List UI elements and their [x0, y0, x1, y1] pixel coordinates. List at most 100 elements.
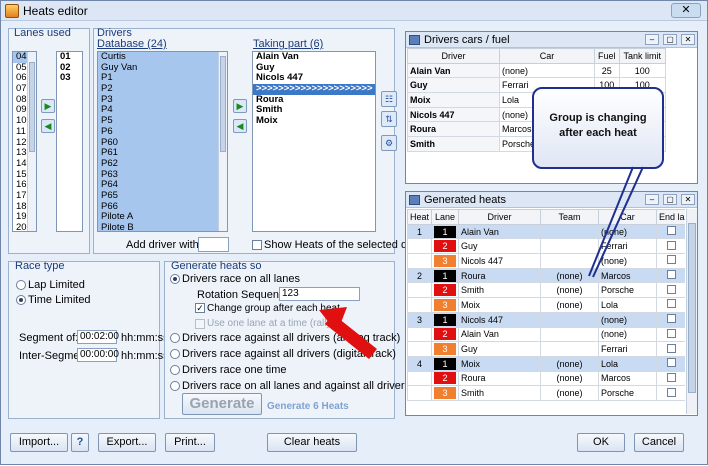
car-cell[interactable]: (none)	[598, 326, 657, 343]
analog-track-radio[interactable]	[170, 333, 180, 343]
driver-cell[interactable]: Guy	[458, 238, 541, 255]
list-item[interactable]: P6	[98, 126, 227, 138]
end-lap-checkbox[interactable]	[666, 270, 676, 280]
maximize-icon[interactable]: ▢	[663, 194, 677, 205]
end-lap-checkbox[interactable]	[666, 343, 676, 353]
car-cell[interactable]: Lola	[598, 297, 657, 313]
table-cell[interactable]: (none)	[499, 62, 595, 79]
list-item[interactable]: Guy Van	[98, 62, 227, 74]
driver-cell[interactable]: Nicols 447	[458, 253, 541, 269]
list-item[interactable]: Moix	[253, 115, 375, 127]
table-cell[interactable]: 25	[594, 62, 620, 79]
column-header[interactable]: Car	[499, 48, 595, 64]
team-cell[interactable]	[540, 326, 599, 343]
table-row[interactable]: 1 1 Alain Van (none)	[407, 223, 685, 240]
end-lap-cell[interactable]	[656, 297, 685, 313]
import-button[interactable]: Import...	[10, 433, 68, 452]
driver-cell[interactable]: Roura	[458, 370, 541, 387]
column-header[interactable]: End lap	[656, 209, 685, 225]
close-icon[interactable]: ✕	[681, 34, 695, 45]
end-lap-cell[interactable]	[656, 267, 685, 284]
maximize-icon[interactable]: ▢	[663, 34, 677, 45]
one-time-radio[interactable]	[170, 365, 180, 375]
end-lap-checkbox[interactable]	[666, 358, 676, 368]
car-cell[interactable]: Marcos	[598, 267, 657, 284]
driver-cell[interactable]: Nicols 447	[458, 311, 541, 328]
list-item[interactable]: P2	[98, 83, 227, 95]
group-tool-button-1[interactable]: ☷	[381, 91, 397, 107]
segment-input[interactable]: 00:02:00	[77, 330, 119, 344]
end-lap-cell[interactable]	[656, 253, 685, 269]
end-lap-checkbox[interactable]	[666, 387, 676, 397]
heats-scrollbar[interactable]	[686, 209, 697, 414]
table-row[interactable]: Alain Van (none) 25 100	[407, 62, 667, 79]
column-header[interactable]: Tank limit	[618, 48, 667, 64]
show-heats-checkbox[interactable]	[252, 240, 262, 250]
digital-track-radio[interactable]	[170, 349, 180, 359]
list-item[interactable]: Pilote B	[98, 222, 227, 231]
team-cell[interactable]: (none)	[540, 267, 599, 284]
car-cell[interactable]: (none)	[598, 223, 657, 240]
clear-heats-button[interactable]: Clear heats	[267, 433, 357, 452]
table-row[interactable]: 2 1 Roura (none) Marcos	[407, 267, 685, 284]
end-lap-checkbox[interactable]	[666, 299, 676, 309]
team-cell[interactable]: (none)	[540, 297, 599, 313]
column-header[interactable]: Driver	[458, 209, 541, 225]
table-row[interactable]: 2 Guy Ferrari	[407, 238, 685, 255]
database-list[interactable]: Curtis Guy Van P1 P2 P3 P4 P5 P6 P60 P61 P62 P63 P64…	[97, 51, 228, 232]
list-item[interactable]: P3	[98, 94, 227, 106]
column-header[interactable]: Car	[598, 209, 657, 225]
team-cell[interactable]: (none)	[540, 282, 599, 299]
car-cell[interactable]: Porsche	[598, 282, 657, 299]
car-cell[interactable]: Porsche	[598, 385, 657, 401]
column-header[interactable]: Lane	[431, 209, 459, 225]
add-lane-button[interactable]: ▶	[41, 99, 55, 113]
driver-cell[interactable]: Smith	[458, 385, 541, 401]
rotation-sequence-input[interactable]: 123	[279, 287, 360, 301]
lanes-scrollbar[interactable]	[27, 52, 36, 231]
lap-limited-radio[interactable]	[16, 280, 26, 290]
team-cell[interactable]	[540, 253, 599, 269]
end-lap-cell[interactable]	[656, 385, 685, 401]
driver-cell[interactable]: Smith	[458, 282, 541, 299]
list-item[interactable]: P1	[98, 73, 227, 84]
car-cell[interactable]: (none)	[598, 253, 657, 269]
end-lap-checkbox[interactable]	[666, 328, 676, 338]
table-row[interactable]: 4 1 Moix (none) Lola	[407, 355, 685, 372]
group-tool-button-2[interactable]: ⇅	[381, 111, 397, 127]
table-row[interactable]: 2 Smith (none) Porsche	[407, 282, 685, 299]
end-lap-cell[interactable]	[656, 326, 685, 343]
end-lap-checkbox[interactable]	[666, 226, 676, 236]
column-header[interactable]: Heat	[407, 209, 432, 225]
column-header[interactable]: Driver	[407, 48, 500, 64]
generate-button[interactable]: Generate	[182, 393, 262, 415]
table-row[interactable]: 3 Guy Ferrari	[407, 341, 685, 357]
driver-cell[interactable]: Moix	[458, 297, 541, 313]
close-icon[interactable]: ✕	[671, 3, 701, 18]
driver-cell[interactable]: Guy	[458, 341, 541, 357]
column-header[interactable]: Team	[540, 209, 599, 225]
team-cell[interactable]: (none)	[540, 370, 599, 387]
team-cell[interactable]: (none)	[540, 355, 599, 372]
table-row[interactable]: 3 Moix (none) Lola	[407, 297, 685, 313]
column-header[interactable]: Fuel	[594, 48, 620, 64]
list-item[interactable]: P5	[98, 115, 227, 127]
end-lap-cell[interactable]	[656, 370, 685, 387]
print-button[interactable]: Print...	[165, 433, 215, 452]
ok-button[interactable]: OK	[577, 433, 625, 452]
lanes-available-list[interactable]: 04 05 06 07 08 09 10 11 12 13 14 15 16 17 18 19 20	[12, 51, 37, 232]
team-cell[interactable]	[540, 341, 599, 357]
close-icon[interactable]: ✕	[681, 194, 695, 205]
cancel-button[interactable]: Cancel	[634, 433, 684, 452]
driver-id-input[interactable]	[198, 237, 229, 252]
end-lap-checkbox[interactable]	[666, 314, 676, 324]
add-to-taking-part-button[interactable]: ▶	[233, 99, 247, 113]
team-cell[interactable]: (none)	[540, 385, 599, 401]
table-row[interactable]: 3 Smith (none) Porsche	[407, 385, 685, 401]
end-lap-checkbox[interactable]	[666, 255, 676, 265]
list-item[interactable]: 03	[57, 73, 82, 84]
export-button[interactable]: Export...	[98, 433, 156, 452]
table-row[interactable]: 2 Roura (none) Marcos	[407, 370, 685, 387]
end-lap-cell[interactable]	[656, 341, 685, 357]
inter-segment-input[interactable]: 00:00:00	[77, 348, 119, 362]
